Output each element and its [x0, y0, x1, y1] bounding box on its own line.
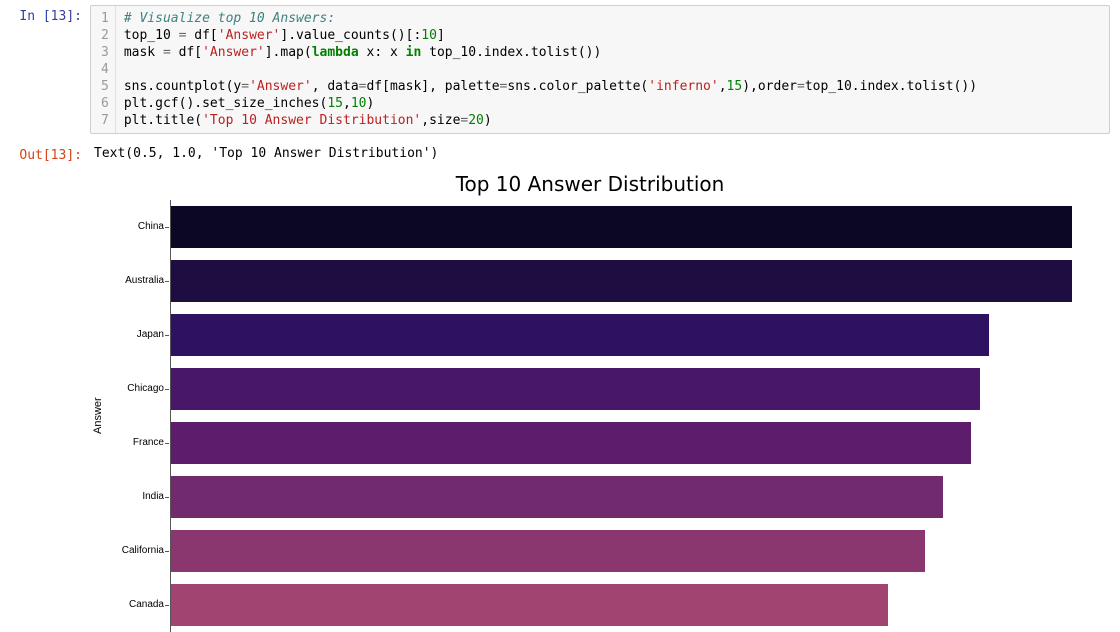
chart-bar — [171, 476, 943, 518]
chart-bar — [171, 314, 989, 356]
lineno: 3 — [101, 44, 109, 61]
code-token: plt.gcf().set_size_inches( — [124, 96, 328, 111]
chart-bar-row — [171, 470, 1090, 524]
chart-bar — [171, 368, 980, 410]
chart-category-label: India — [104, 470, 164, 524]
lineno: 2 — [101, 27, 109, 44]
chart-bar-row — [171, 416, 1090, 470]
code-token: ) — [484, 113, 492, 128]
code-token: 'Answer' — [218, 28, 281, 43]
chart-bar-row — [171, 578, 1090, 632]
chart-bar-row — [171, 308, 1090, 362]
output-prompt: Out[13]: — [0, 144, 90, 167]
code-token: in — [406, 45, 422, 60]
chart-category-label: Japan — [104, 308, 164, 362]
chart-bar-row — [171, 362, 1090, 416]
code-token: sns.color_palette( — [507, 79, 648, 94]
code-token: 10 — [351, 96, 367, 111]
code-token: 15 — [327, 96, 343, 111]
input-prompt: In [13]: — [0, 5, 90, 134]
code-content[interactable]: # Visualize top 10 Answers: top_10 = df[… — [116, 6, 1109, 133]
code-token: df[ — [186, 28, 217, 43]
code-token: 'Top 10 Answer Distribution' — [202, 113, 421, 128]
code-editor[interactable]: 1 2 3 4 5 6 7 # Visualize top 10 Answers… — [90, 5, 1110, 134]
code-token: top_10.index.tolist()) — [805, 79, 977, 94]
chart-body: Answer ChinaAustraliaJapanChicagoFranceI… — [90, 200, 1090, 632]
chart-bar — [171, 584, 888, 626]
code-token: ].map( — [265, 45, 312, 60]
output-text: Text(0.5, 1.0, 'Top 10 Answer Distributi… — [90, 144, 1120, 167]
lineno: 1 — [101, 10, 109, 27]
code-token: mask — [124, 45, 163, 60]
chart-bar — [171, 260, 1072, 302]
line-gutter: 1 2 3 4 5 6 7 — [91, 6, 116, 133]
code-token: sns.countplot(y — [124, 79, 241, 94]
lineno: 4 — [101, 61, 109, 78]
chart-bar-row — [171, 524, 1090, 578]
code-token: plt.title( — [124, 113, 202, 128]
code-token: 10 — [421, 28, 437, 43]
chart-title: Top 10 Answer Distribution — [90, 172, 1090, 200]
code-token: # Visualize top 10 Answers: — [124, 11, 335, 26]
lineno: 6 — [101, 95, 109, 112]
code-token: x: x — [359, 45, 406, 60]
chart-category-label: Chicago — [104, 362, 164, 416]
input-cell: In [13]: 1 2 3 4 5 6 7 # Visualize top 1… — [0, 0, 1120, 139]
lineno: 5 — [101, 78, 109, 95]
code-token: lambda — [312, 45, 359, 60]
code-token: , — [343, 96, 351, 111]
chart-bar — [171, 422, 971, 464]
chart-bar-row — [171, 254, 1090, 308]
code-token: ].value_counts()[: — [280, 28, 421, 43]
code-token: ),order — [742, 79, 797, 94]
chart-category-label: Australia — [104, 254, 164, 308]
chart-category-label: California — [104, 524, 164, 578]
code-token: df[mask], palette — [366, 79, 499, 94]
code-token: = — [241, 79, 249, 94]
chart-output: Top 10 Answer Distribution Answer ChinaA… — [90, 172, 1090, 632]
code-token: ) — [366, 96, 374, 111]
chart-bar — [171, 206, 1072, 248]
code-token: 20 — [468, 113, 484, 128]
chart-y-categories: ChinaAustraliaJapanChicagoFranceIndiaCal… — [104, 200, 170, 632]
code-token: 'Answer' — [249, 79, 312, 94]
chart-bar — [171, 530, 925, 572]
chart-category-label: China — [104, 200, 164, 254]
code-token: top_10.index.tolist()) — [421, 45, 601, 60]
code-token: df[ — [171, 45, 202, 60]
chart-bar-row — [171, 200, 1090, 254]
chart-ylabel: Answer — [90, 216, 104, 616]
lineno: 7 — [101, 112, 109, 129]
code-token: , — [719, 79, 727, 94]
code-token: top_10 — [124, 28, 179, 43]
code-token: , data — [312, 79, 359, 94]
chart-category-label: France — [104, 416, 164, 470]
output-cell: Out[13]: Text(0.5, 1.0, 'Top 10 Answer D… — [0, 139, 1120, 172]
code-token: 15 — [727, 79, 743, 94]
code-token: = — [163, 45, 171, 60]
code-token: 'inferno' — [648, 79, 718, 94]
code-token: 'Answer' — [202, 45, 265, 60]
chart-plot-area — [170, 200, 1090, 632]
code-token: = — [797, 79, 805, 94]
chart-category-label: Canada — [104, 578, 164, 632]
code-token: ,size — [421, 113, 460, 128]
code-token: ] — [437, 28, 445, 43]
